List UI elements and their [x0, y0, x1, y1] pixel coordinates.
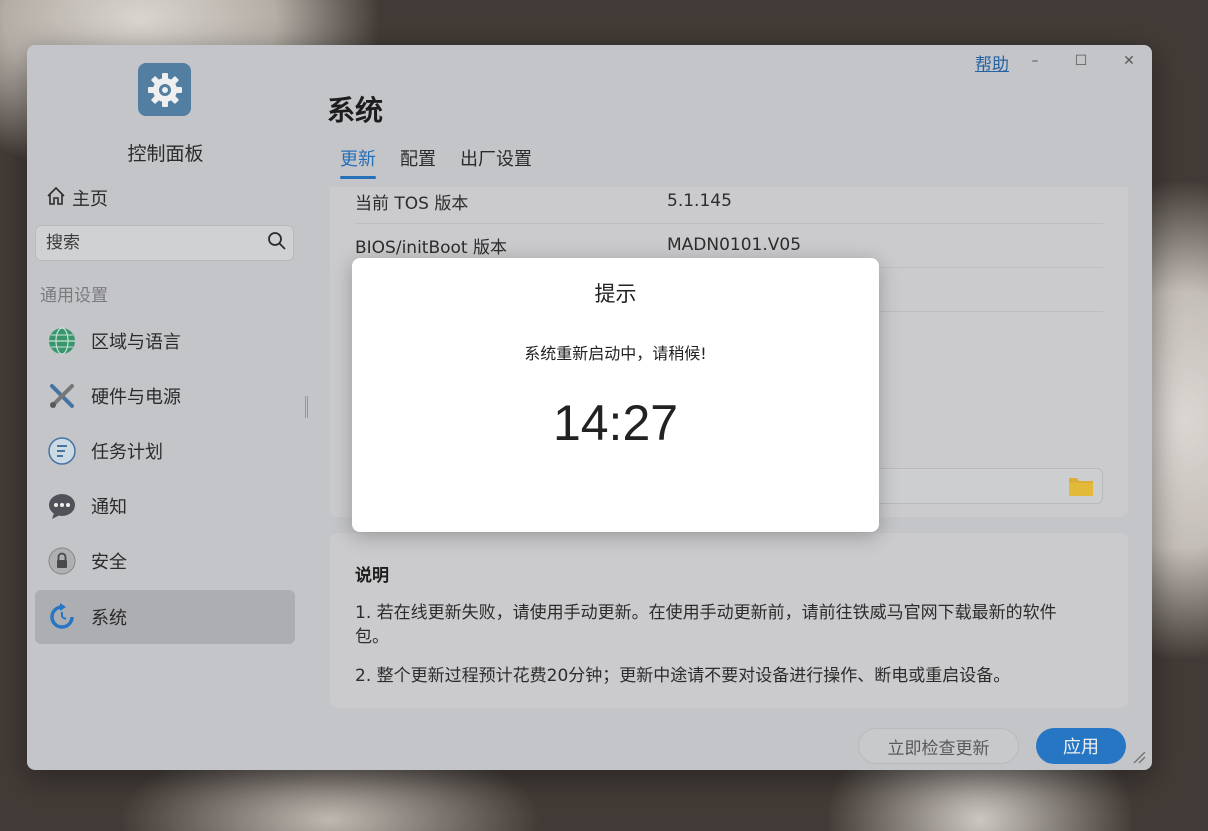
window-resize-grip-icon[interactable] [1132, 749, 1146, 768]
tools-icon [47, 381, 77, 411]
manual-update-file-field[interactable] [860, 468, 1103, 504]
sidebar-resize-handle[interactable] [305, 396, 308, 418]
sidebar-item-region-language[interactable]: 区域与语言 [35, 314, 295, 368]
sidebar-item-label: 安全 [91, 552, 127, 573]
sidebar-item-hardware-power[interactable]: 硬件与电源 [35, 369, 295, 423]
page-title: 系统 [327, 94, 384, 127]
maximize-button[interactable]: ☐ [1066, 49, 1096, 73]
folder-icon[interactable] [1068, 475, 1094, 501]
note-line-2: 2. 整个更新过程预计花费20分钟；更新中途请不要对设备进行操作、断电或重启设备… [355, 666, 1011, 686]
sidebar-item-label: 通知 [91, 497, 127, 518]
countdown-timer: 14:27 [552, 395, 679, 451]
notes-card: 说明 1. 若在线更新失败，请使用手动更新。在使用手动更新前，请前往铁威马官网下… [330, 533, 1128, 708]
section-label: 通用设置 [40, 286, 108, 306]
search-box[interactable] [35, 225, 294, 261]
search-icon[interactable] [267, 231, 287, 255]
notes-title: 说明 [355, 566, 389, 586]
tab-config[interactable]: 配置 [400, 145, 436, 179]
home-icon [46, 186, 66, 211]
apply-button[interactable]: 应用 [1036, 728, 1126, 764]
note-line-1: 1. 若在线更新失败，请使用手动更新。在使用手动更新前，请前往铁威马官网下载最新… [355, 603, 1057, 623]
app-title: 控制面板 [127, 143, 204, 165]
note-line-1-cont: 包。 [355, 627, 389, 647]
sidebar-item-label: 硬件与电源 [91, 387, 181, 408]
restart-dialog: 提示 系统重新启动中，请稍候! 14:27 [352, 258, 879, 532]
help-link[interactable]: 帮助 [975, 50, 1009, 75]
info-key: 当前 TOS 版本 [355, 193, 469, 214]
info-row-tos-version: 当前 TOS 版本 5.1.145 [355, 179, 1103, 224]
home-link[interactable]: 主页 [46, 185, 108, 211]
sidebar-item-task-schedule[interactable]: 任务计划 [35, 424, 295, 478]
sidebar-item-label: 系统 [91, 608, 127, 629]
task-list-icon [47, 436, 77, 466]
control-panel-gear-icon [138, 63, 191, 116]
search-input[interactable] [44, 232, 267, 254]
tab-bar: 更新 配置 出厂设置 [340, 145, 532, 179]
globe-icon [47, 326, 77, 356]
lock-icon [47, 546, 77, 576]
tab-update[interactable]: 更新 [340, 145, 376, 179]
info-key: BIOS/initBoot 版本 [355, 237, 507, 258]
sidebar: 控制面板 主页 通用设置 区域与语言 硬件与电源 [27, 45, 310, 770]
sidebar-item-label: 任务计划 [91, 442, 163, 463]
sidebar-item-system[interactable]: 系统 [35, 590, 295, 644]
sidebar-item-notification[interactable]: 通知 [35, 479, 295, 533]
close-button[interactable]: ✕ [1114, 49, 1144, 73]
minimize-button[interactable]: – [1020, 49, 1050, 73]
info-value: MADN0101.V05 [667, 235, 802, 255]
tab-factory-reset[interactable]: 出厂设置 [460, 145, 532, 179]
sidebar-item-label: 区域与语言 [91, 332, 181, 353]
sidebar-item-security[interactable]: 安全 [35, 534, 295, 588]
check-update-button[interactable]: 立即检查更新 [858, 728, 1019, 764]
dialog-title: 提示 [594, 282, 637, 306]
chat-bubble-icon [47, 491, 77, 521]
system-refresh-icon [47, 602, 77, 632]
dialog-message: 系统重新启动中，请稍候! [524, 344, 707, 363]
home-label: 主页 [72, 189, 108, 210]
info-value: 5.1.145 [667, 191, 732, 211]
